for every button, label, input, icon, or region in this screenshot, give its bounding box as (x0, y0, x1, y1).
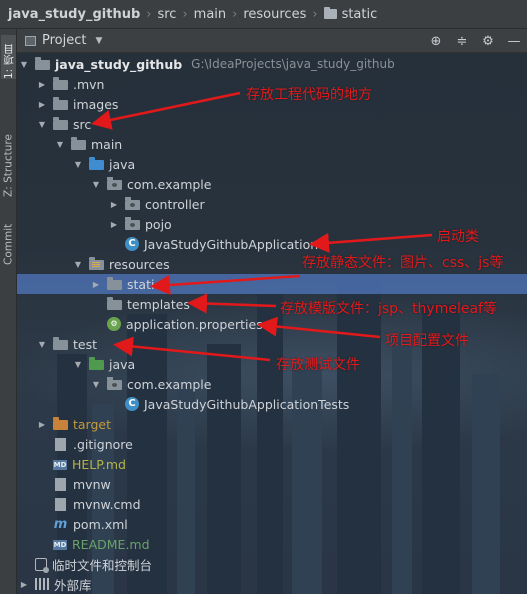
annotation-properties: 项目配置文件 (385, 333, 469, 349)
module-folder-icon (35, 57, 50, 70)
project-view-selector[interactable]: Project (42, 33, 86, 48)
chevron-down-icon[interactable]: ▼ (91, 374, 101, 394)
breadcrumb-item-static[interactable]: › static (306, 7, 377, 22)
folder-icon (53, 117, 68, 130)
annotation-static: 存放静态文件：图片、css、js等 (302, 255, 504, 271)
tree-node-main[interactable]: ▼ main (17, 134, 527, 154)
annotation-test: 存放测试文件 (276, 357, 360, 373)
folder-icon (107, 297, 122, 310)
annotation-main-class: 启动类 (437, 229, 479, 245)
chevron-down-icon[interactable]: ▼ (55, 134, 65, 154)
tree-node-project-root[interactable]: ▼ java_study_github G:\IdeaProjects\java… (17, 54, 527, 74)
chevron-down-icon[interactable]: ▼ (73, 354, 83, 374)
package-icon (107, 377, 122, 390)
tree-node-static[interactable]: ▶ static (17, 274, 527, 294)
project-view-icon (25, 35, 36, 46)
chevron-right-icon[interactable]: ▶ (19, 574, 29, 594)
markdown-file-icon: MD (53, 460, 67, 470)
properties-file-icon: ⚙ (107, 317, 121, 331)
tree-node-src[interactable]: ▼ src (17, 114, 527, 134)
tree-node-gitignore[interactable]: .gitignore (17, 434, 527, 454)
collapse-icon[interactable]: ≑ (449, 34, 475, 49)
breadcrumb: java_study_github › src › main › resources … (0, 0, 527, 29)
tree-node-mvnw[interactable]: mvnw (17, 474, 527, 494)
hide-icon[interactable]: — (501, 34, 527, 49)
scratch-console-icon (35, 557, 49, 573)
folder-icon (71, 137, 86, 150)
folder-icon (53, 337, 68, 350)
folder-icon (53, 97, 68, 110)
chevron-right-icon[interactable]: ▶ (37, 94, 47, 114)
java-class-icon: C (125, 397, 139, 411)
chevron-down-icon[interactable]: ▼ (73, 154, 83, 174)
tree-node-main-java[interactable]: ▼ java (17, 154, 527, 174)
folder-icon (107, 277, 122, 290)
resources-folder-icon (89, 257, 104, 270)
package-icon (125, 217, 140, 230)
chevron-down-icon[interactable]: ▼ (37, 334, 47, 354)
chevron-down-icon[interactable]: ▼ (91, 174, 101, 194)
tree-node-help-md[interactable]: MD HELP.md (17, 454, 527, 474)
tree-node-scratches[interactable]: 临时文件和控制台 (17, 554, 527, 574)
tab-structure[interactable]: Z: Structure (1, 107, 16, 197)
library-icon (35, 578, 49, 590)
breadcrumb-item-resources[interactable]: › resources (226, 7, 306, 22)
project-tree: ▼ java_study_github G:\IdeaProjects\java… (17, 53, 527, 594)
source-folder-icon (89, 157, 104, 170)
file-icon (55, 477, 66, 491)
java-class-icon: C (125, 237, 139, 251)
locate-icon[interactable]: ⊕ (423, 34, 449, 49)
annotation-src: 存放工程代码的地方 (246, 87, 372, 103)
tree-node-com-example[interactable]: ▼ com.example (17, 174, 527, 194)
tree-node-readme-md[interactable]: MD README.md (17, 534, 527, 554)
chevron-down-icon[interactable]: ▼ (19, 54, 29, 74)
chevron-right-icon[interactable]: ▶ (91, 274, 101, 294)
file-icon (55, 437, 66, 451)
tree-node-target[interactable]: ▶ target (17, 414, 527, 434)
tool-window-strip: 1: 项目 Z: Structure Commit (0, 29, 17, 594)
tree-node-controller[interactable]: ▶ controller (17, 194, 527, 214)
tab-project[interactable]: 1: 项目 (1, 35, 16, 79)
chevron-right-icon[interactable]: ▶ (109, 194, 119, 214)
maven-icon: m (53, 516, 68, 532)
test-source-folder-icon (89, 357, 104, 370)
tree-node-application-tests-class[interactable]: C JavaStudyGithubApplicationTests (17, 394, 527, 414)
package-icon (125, 197, 140, 210)
tree-node-mvnw-cmd[interactable]: mvnw.cmd (17, 494, 527, 514)
annotation-templates: 存放模版文件：jsp、thymeleaf等 (280, 301, 497, 317)
project-panel-header: Project ▼ ⊕ ≑ ⚙ — (17, 29, 527, 53)
markdown-file-icon: MD (53, 540, 67, 550)
tree-node-test-java[interactable]: ▼ java (17, 354, 527, 374)
breadcrumb-item-main[interactable]: › main (176, 7, 226, 22)
chevron-right-icon[interactable]: ▶ (109, 214, 119, 234)
folder-icon (53, 77, 68, 90)
chevron-down-icon[interactable]: ▼ (73, 254, 83, 274)
chevron-down-icon[interactable]: ▼ (37, 114, 47, 134)
tree-node-test-com-example[interactable]: ▼ com.example (17, 374, 527, 394)
tree-node-pom-xml[interactable]: m pom.xml (17, 514, 527, 534)
package-icon (107, 177, 122, 190)
breadcrumb-item-src[interactable]: › src (140, 7, 176, 22)
chevron-right-icon[interactable]: ▶ (37, 74, 47, 94)
file-icon (55, 497, 66, 511)
breadcrumb-item-project[interactable]: java_study_github (8, 7, 140, 22)
chevron-right-icon[interactable]: ▶ (37, 414, 47, 434)
chevron-down-icon[interactable]: ▼ (95, 36, 102, 46)
gear-icon[interactable]: ⚙ (475, 34, 501, 49)
tree-node-external-libraries[interactable]: ▶ 外部库 (17, 574, 527, 594)
tab-commit[interactable]: Commit (1, 205, 16, 265)
folder-icon (323, 7, 337, 19)
excluded-folder-icon (53, 417, 68, 430)
